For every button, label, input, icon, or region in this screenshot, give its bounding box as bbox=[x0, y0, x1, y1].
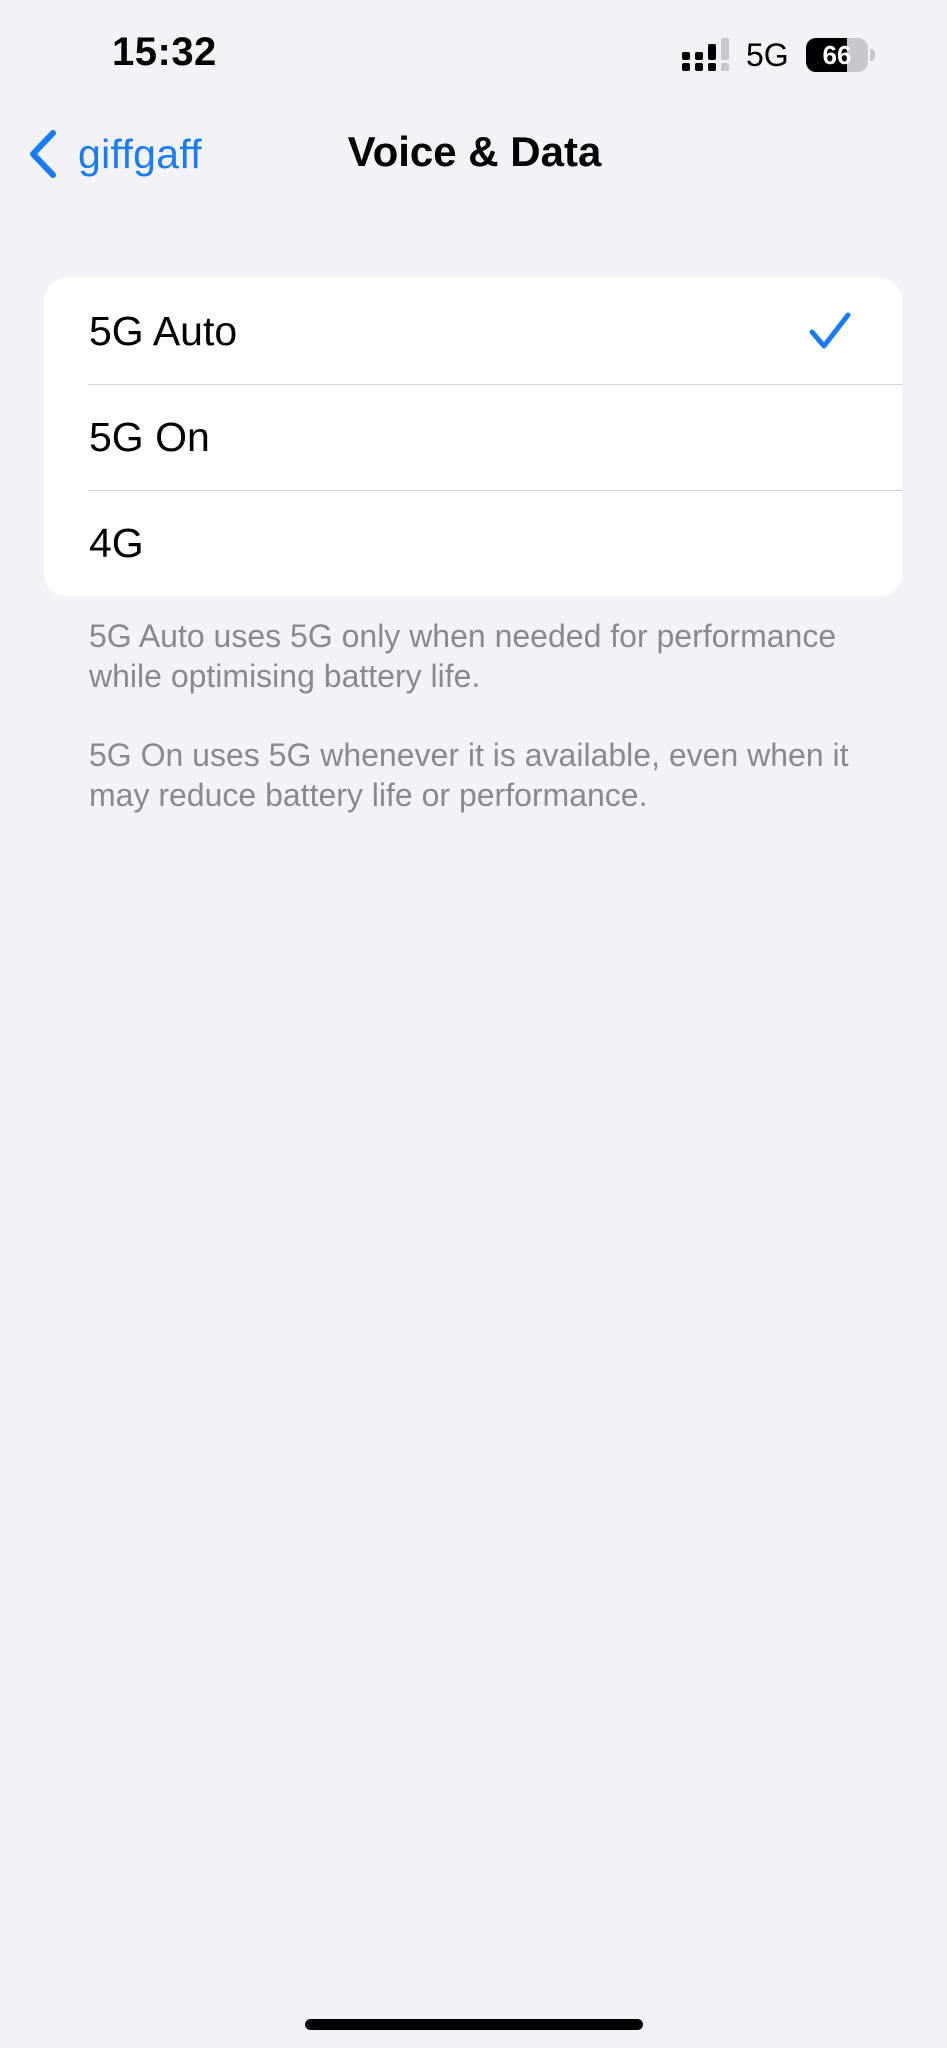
checkmark-icon bbox=[809, 312, 851, 349]
navigation-bar: giffgaff Voice & Data bbox=[0, 110, 947, 200]
option-5g-auto[interactable]: 5G Auto bbox=[44, 278, 902, 384]
option-label: 5G On bbox=[89, 413, 210, 460]
status-time: 15:32 bbox=[112, 30, 217, 74]
network-mode-list: 5G Auto 5G On 4G bbox=[44, 278, 902, 596]
battery-percent: 66 bbox=[822, 40, 852, 70]
home-indicator[interactable] bbox=[305, 2019, 643, 2030]
status-bar: 15:32 5G 66 bbox=[0, 0, 947, 110]
network-type-label: 5G bbox=[746, 37, 789, 73]
option-label: 5G Auto bbox=[89, 307, 238, 354]
option-label: 4G bbox=[89, 519, 144, 566]
option-4g[interactable]: 4G bbox=[44, 490, 902, 596]
option-5g-on[interactable]: 5G On bbox=[44, 384, 902, 490]
note-5g-auto: 5G Auto uses 5G only when needed for per… bbox=[89, 618, 837, 694]
note-5g-on: 5G On uses 5G whenever it is available, … bbox=[89, 737, 849, 813]
battery-icon: 66 bbox=[806, 38, 876, 72]
page-title: Voice & Data bbox=[347, 128, 602, 175]
cellular-signal-icon bbox=[682, 38, 729, 71]
